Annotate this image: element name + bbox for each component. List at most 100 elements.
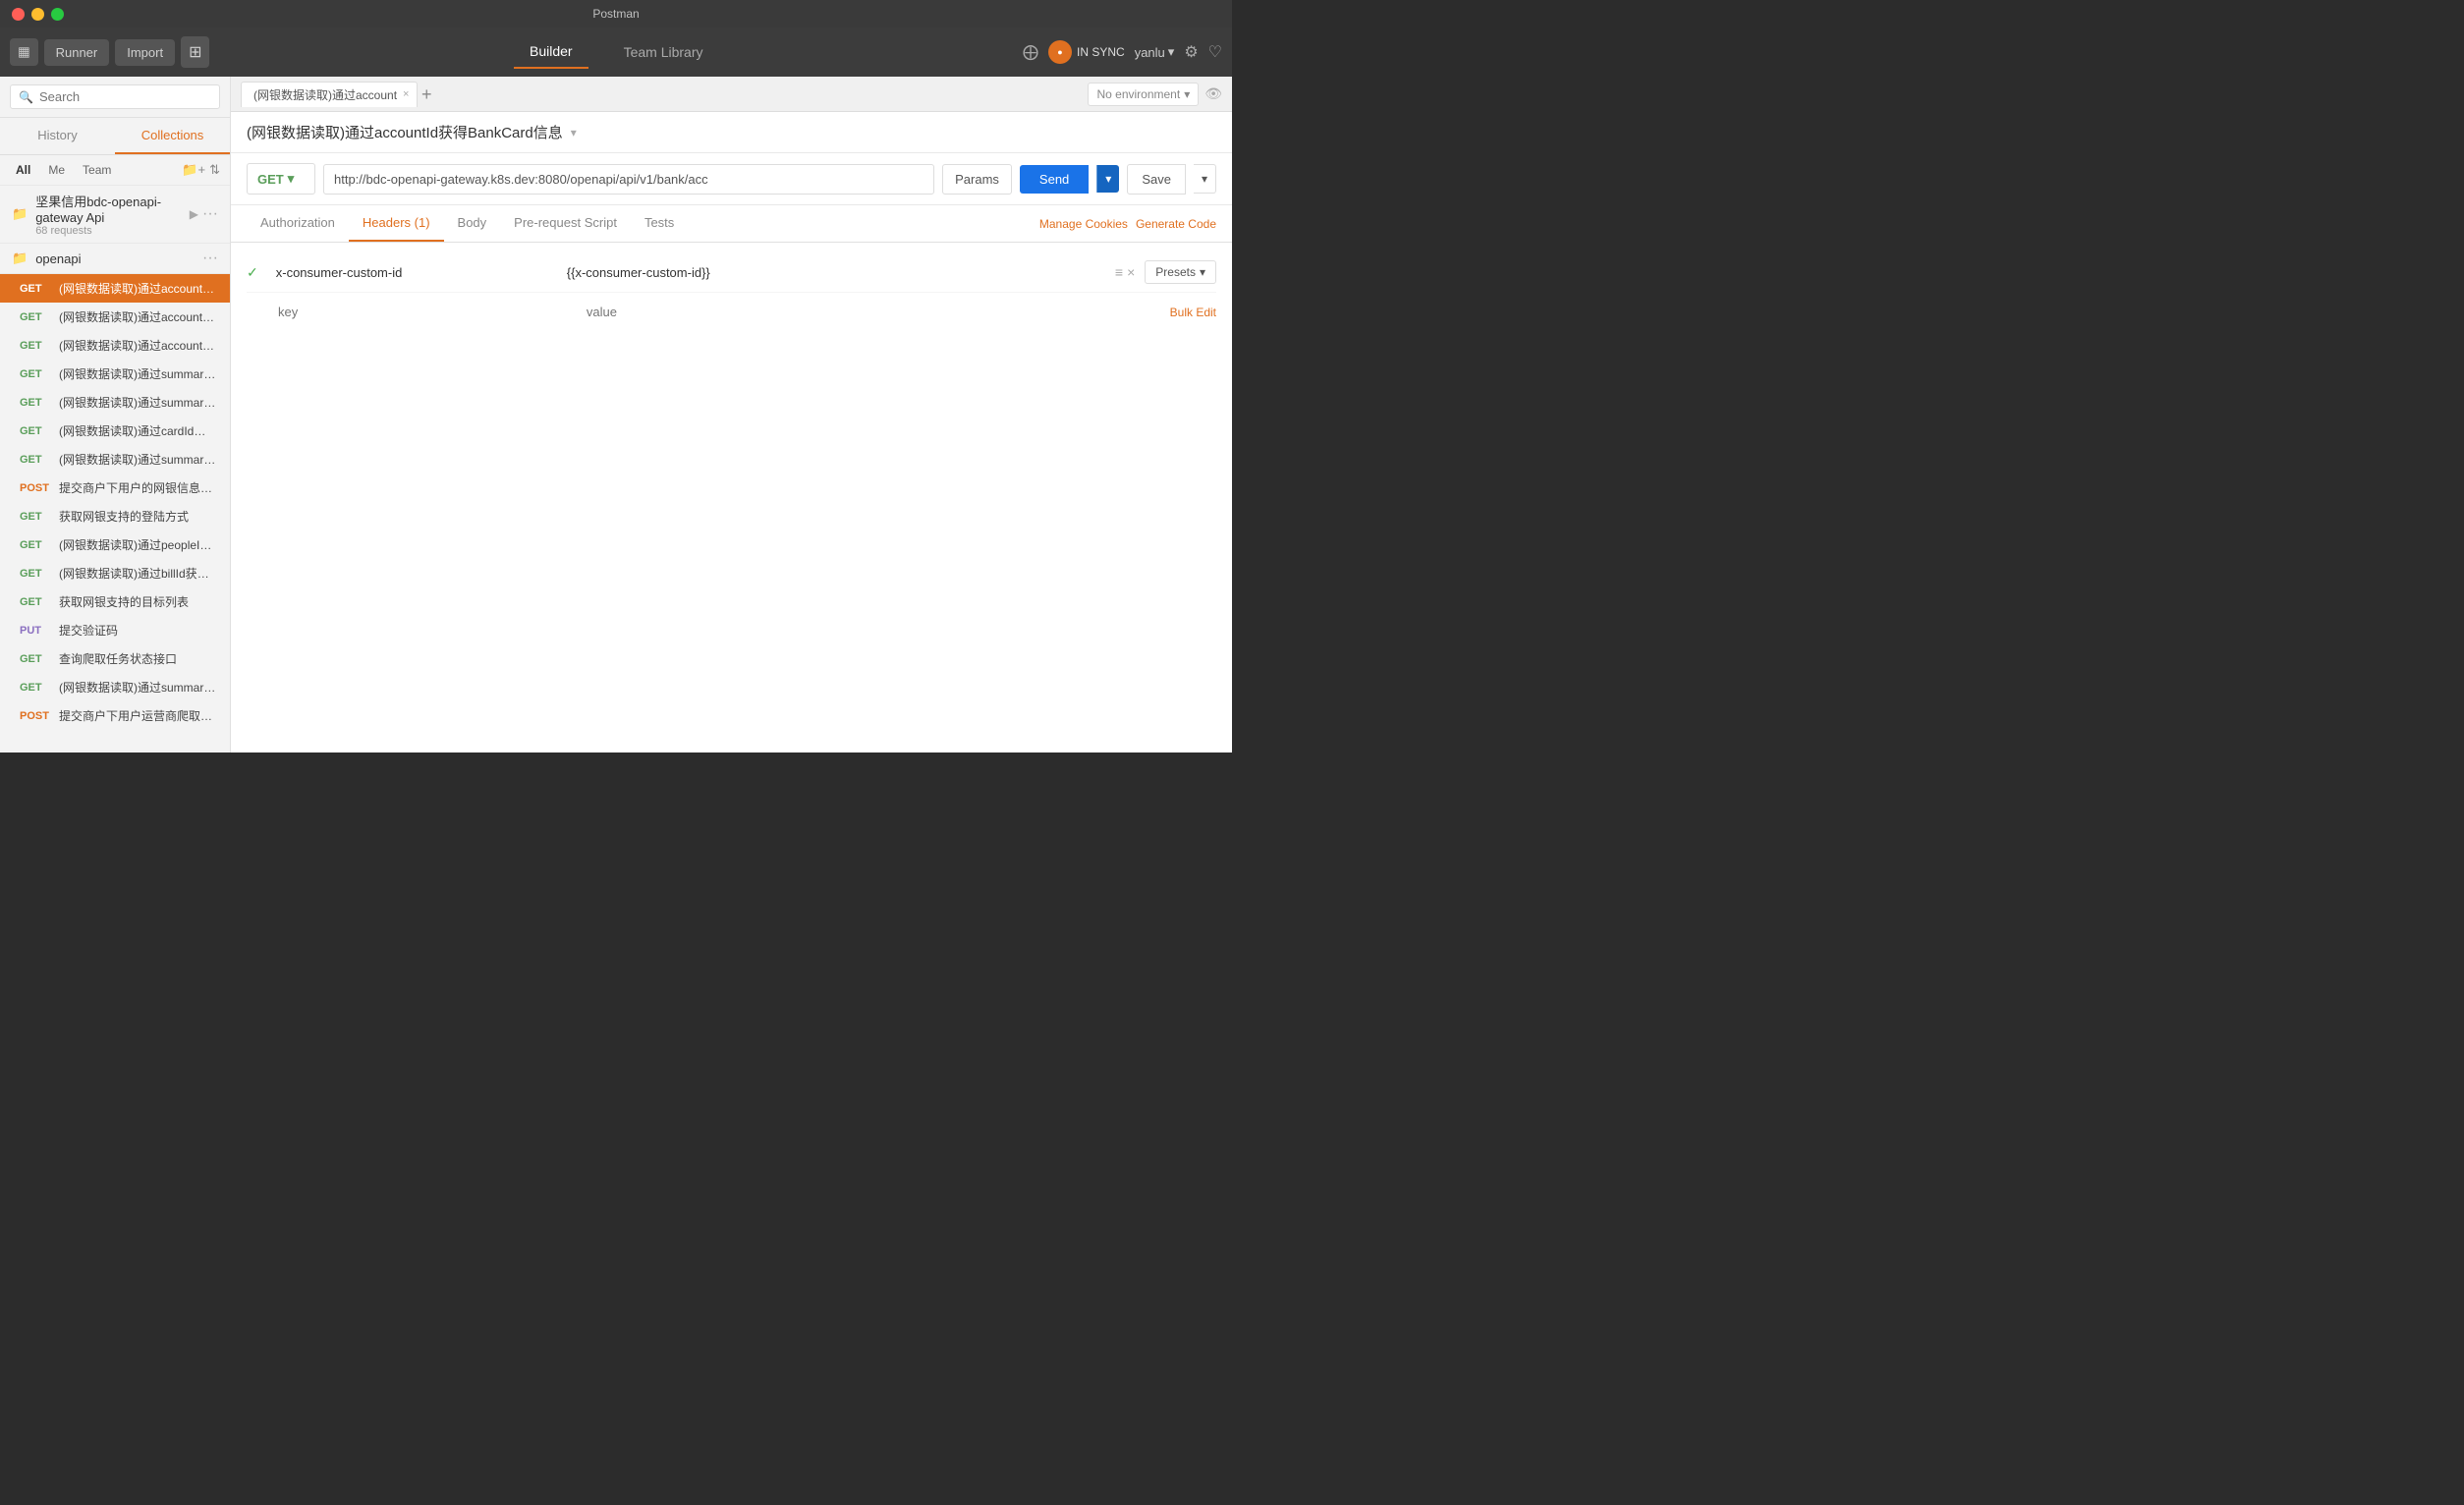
new-header-value-input[interactable] [579, 301, 1160, 323]
search-input-wrap: 🔍 [10, 84, 220, 109]
request-item-6[interactable]: GET (网银数据读取)通过summaryId获得BankBillSu... [0, 445, 230, 474]
request-item-0[interactable]: GET (网银数据读取)通过accountId获得BankCard信息 [0, 274, 230, 303]
method-badge-12: PUT [20, 625, 51, 637]
request-item-5[interactable]: GET (网银数据读取)通过cardId获得BankCard信息 [0, 417, 230, 445]
request-item-9[interactable]: GET (网银数据读取)通过peopleId获得people信息 [0, 530, 230, 559]
new-header-key-input[interactable] [270, 301, 569, 323]
request-item-4[interactable]: GET (网银数据读取)通过summaryId获得BankCard列... [0, 388, 230, 417]
tab-close-1[interactable]: × [403, 88, 409, 100]
send-button[interactable]: Send [1020, 165, 1089, 194]
collection-name-2: openapi [35, 251, 81, 266]
request-item-1[interactable]: GET (网银数据读取)通过accountId查询账户信息 [0, 303, 230, 331]
sync-label: IN SYNC [1077, 45, 1125, 59]
method-badge-3: GET [20, 368, 51, 380]
method-badge-6: GET [20, 454, 51, 466]
request-name-14: (网银数据读取)通过summaryId获得银行账单摘... [59, 679, 216, 696]
main-layout: 🔍 History Collections All Me Team 📁+ ⇅ 📁 [0, 77, 1232, 752]
request-name-4: (网银数据读取)通过summaryId获得BankCard列... [59, 394, 216, 411]
send-dropdown-button[interactable]: ▾ [1096, 165, 1119, 193]
maximize-button[interactable] [51, 8, 64, 21]
new-request-button[interactable]: ⊞ [181, 36, 209, 68]
runner-button[interactable]: Runner [44, 39, 110, 66]
search-input[interactable] [39, 89, 211, 104]
tab-headers[interactable]: Headers (1) [349, 205, 444, 242]
user-button[interactable]: yanlu ▾ [1135, 44, 1175, 60]
close-button[interactable] [12, 8, 25, 21]
filter-all[interactable]: All [10, 161, 36, 179]
collection-name-1: 坚果信用bdc-openapi-gateway Api [35, 192, 190, 225]
save-dropdown-button[interactable]: ▾ [1194, 164, 1216, 194]
import-button[interactable]: Import [115, 39, 175, 66]
window-title: Postman [592, 7, 639, 21]
header-menu-button-0[interactable]: ≡ [1115, 264, 1123, 280]
presets-chevron-icon: ▾ [1200, 265, 1205, 279]
tab-tests[interactable]: Tests [631, 205, 688, 242]
request-item-11[interactable]: GET 获取网银支持的目标列表 [0, 587, 230, 616]
header-value-0[interactable] [559, 261, 1105, 284]
header-delete-button-0[interactable]: × [1127, 264, 1135, 280]
request-item-3[interactable]: GET (网银数据读取)通过summaryId获得BankBill列... [0, 360, 230, 388]
tab-collections[interactable]: Collections [115, 118, 230, 154]
filter-me[interactable]: Me [42, 161, 71, 179]
params-button[interactable]: Params [942, 164, 1012, 195]
tab-body[interactable]: Body [444, 205, 501, 242]
title-chevron-icon[interactable]: ▾ [571, 126, 577, 139]
request-item-7[interactable]: POST 提交商户下用户的网银信息抓取任务 [0, 474, 230, 502]
tab-history[interactable]: History [0, 118, 115, 154]
collection-header-2[interactable]: 📁 openapi ··· [0, 244, 230, 274]
url-input[interactable] [323, 164, 934, 195]
toolbar-right: ⨁ ● IN SYNC yanlu ▾ ⚙ ♡ [1023, 40, 1222, 64]
header-row-0: ✓ ≡ × Presets ▾ [247, 252, 1216, 293]
save-button[interactable]: Save [1127, 164, 1186, 195]
filter-actions: 📁+ ⇅ [182, 162, 220, 178]
request-item-12[interactable]: PUT 提交验证码 [0, 616, 230, 644]
header-check-0[interactable]: ✓ [247, 264, 258, 281]
network-icon-button[interactable]: ⨁ [1023, 42, 1038, 62]
filter-team[interactable]: Team [77, 161, 117, 179]
team-library-tab[interactable]: Team Library [608, 35, 719, 69]
presets-button[interactable]: Presets ▾ [1145, 260, 1216, 284]
tab-authorization[interactable]: Authorization [247, 205, 349, 242]
request-item-15[interactable]: POST 提交商户下用户运营商爬取任务 [0, 701, 230, 730]
request-item-14[interactable]: GET (网银数据读取)通过summaryId获得银行账单摘... [0, 673, 230, 701]
eye-icon-button[interactable]: 👁 [1204, 85, 1222, 102]
heart-icon-button[interactable]: ♡ [1208, 42, 1222, 62]
settings-icon-button[interactable]: ⚙ [1184, 42, 1198, 62]
more-icon-2: ··· [202, 250, 218, 267]
request-item-10[interactable]: GET (网银数据读取)通过billId获得BankShoppingRec... [0, 559, 230, 587]
request-name-15: 提交商户下用户运营商爬取任务 [59, 707, 216, 724]
builder-tab[interactable]: Builder [514, 35, 588, 69]
sidebar-toggle-button[interactable]: ▦ [10, 38, 38, 66]
bulk-edit-link[interactable]: Bulk Edit [1170, 306, 1216, 319]
request-item-8[interactable]: GET 获取网银支持的登陆方式 [0, 502, 230, 530]
new-header-row: Bulk Edit [247, 293, 1216, 331]
minimize-button[interactable] [31, 8, 44, 21]
add-folder-button[interactable]: 📁+ [182, 162, 205, 178]
generate-code-link[interactable]: Generate Code [1136, 217, 1216, 231]
request-tabs: Authorization Headers (1) Body Pre-reque… [231, 205, 1232, 243]
method-label: GET [257, 172, 284, 187]
manage-cookies-link[interactable]: Manage Cookies [1039, 217, 1128, 231]
env-dropdown[interactable]: No environment ▾ [1088, 83, 1199, 106]
sort-button[interactable]: ⇅ [209, 162, 220, 178]
env-select-area: No environment ▾ 👁 [1088, 83, 1222, 106]
request-name-5: (网银数据读取)通过cardId获得BankCard信息 [59, 422, 216, 439]
collection-count-1: 68 requests [35, 225, 190, 237]
sync-circle: ● [1048, 40, 1072, 64]
collection-header-left-1: 📁 坚果信用bdc-openapi-gateway Api 68 request… [12, 192, 190, 237]
request-name-13: 查询爬取任务状态接口 [59, 650, 177, 667]
tabs-bar: (网银数据读取)通过account × + No environment ▾ 👁 [231, 77, 1232, 112]
request-name-8: 获取网银支持的登陆方式 [59, 508, 189, 525]
request-name-9: (网银数据读取)通过peopleId获得people信息 [59, 536, 216, 553]
method-badge-5: GET [20, 425, 51, 437]
request-name-11: 获取网银支持的目标列表 [59, 593, 189, 610]
add-tab-button[interactable]: + [421, 85, 432, 103]
request-tab-1[interactable]: (网银数据读取)通过account × [241, 82, 418, 107]
request-item-13[interactable]: GET 查询爬取任务状态接口 [0, 644, 230, 673]
method-dropdown[interactable]: GET ▾ [247, 163, 315, 195]
header-key-0[interactable] [268, 261, 549, 284]
collection-header-1[interactable]: 📁 坚果信用bdc-openapi-gateway Api 68 request… [0, 186, 230, 244]
tab-pre-request-script[interactable]: Pre-request Script [500, 205, 631, 242]
request-item-2[interactable]: GET (网银数据读取)通过accountId查询个人银行卡信... [0, 331, 230, 360]
method-badge-0: GET [20, 283, 51, 295]
